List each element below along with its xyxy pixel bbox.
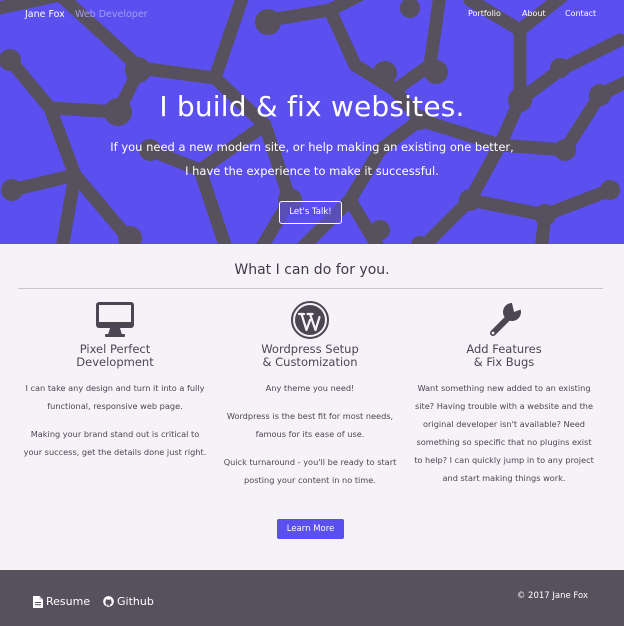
service-title-line-2: & Fix Bugs	[473, 355, 535, 369]
service-text-line: Want something new added to an existing	[417, 383, 591, 393]
github-icon	[103, 596, 114, 607]
top-navigation: Jane Fox Web Developer Portfolio About C…	[0, 0, 624, 30]
service-text-line: posting your content in no time.	[244, 475, 376, 485]
copyright-text: © 2017 Jane Fox	[516, 591, 588, 601]
service-text-line: site? Having trouble with a website and …	[414, 401, 594, 411]
nav-link-contact[interactable]: Contact	[565, 9, 596, 18]
brand-role: Web Developer	[75, 9, 148, 20]
github-label: Github	[117, 595, 154, 608]
service-text-line: Making your brand stand out is critical …	[30, 429, 200, 439]
service-title: Pixel Perfect Development	[20, 343, 210, 369]
service-title: Add Features & Fix Bugs	[409, 343, 599, 369]
desktop-icon	[96, 302, 134, 337]
hero-title: I build & fix websites.	[159, 90, 465, 123]
wordpress-icon	[291, 301, 329, 339]
service-text-line: famous for its ease of use.	[255, 429, 365, 439]
lets-talk-button[interactable]: Let's Talk!	[279, 201, 342, 224]
service-text-line: something so specific that no plugins ex…	[416, 437, 592, 447]
service-description: Want something new added to an existing …	[409, 379, 599, 487]
learn-more-button[interactable]: Learn More	[277, 519, 344, 539]
hero-subtitle-line-2: I have the experience to make it success…	[185, 164, 439, 178]
service-text-line: and start making things work.	[442, 473, 566, 483]
resume-label: Resume	[46, 595, 91, 608]
file-icon	[33, 595, 43, 608]
service-title-line-2: Development	[76, 355, 154, 369]
service-text-line: Quick turnaround - you'll be ready to st…	[223, 457, 397, 467]
service-text-line: Wordpress is the best fit for most needs…	[226, 411, 394, 421]
service-text-line: Any theme you need!	[265, 383, 355, 393]
resume-link[interactable]: Resume	[33, 595, 90, 608]
section-divider	[18, 288, 603, 289]
hero-subtitle-line-1: If you need a new modern site, or help m…	[110, 140, 514, 154]
footer: Resume Github © 2017 Jane Fox	[0, 570, 624, 626]
wrench-icon	[490, 303, 522, 336]
service-description: Making your brand stand out is critical …	[20, 425, 210, 461]
service-description: I can take any design and turn it into a…	[20, 379, 210, 415]
service-text-line: I can take any design and turn it into a…	[25, 383, 205, 393]
service-text-line: to help? I can quickly jump in to any pr…	[414, 455, 594, 465]
service-description: Quick turnaround - you'll be ready to st…	[215, 453, 405, 489]
brand-name[interactable]: Jane Fox	[25, 9, 65, 20]
nav-link-portfolio[interactable]: Portfolio	[468, 9, 501, 18]
github-link[interactable]: Github	[103, 595, 154, 608]
nav-link-about[interactable]: About	[522, 9, 546, 18]
service-description: Wordpress is the best fit for most needs…	[215, 407, 405, 443]
service-text-line: your success, get the details done just …	[23, 447, 207, 457]
hero-section: Jane Fox Web Developer Portfolio About C…	[0, 0, 624, 244]
service-description: Any theme you need!	[215, 379, 405, 397]
services-title: What I can do for you.	[234, 262, 390, 278]
service-text-line: original developer isn't available? Need	[423, 419, 585, 429]
service-title: Wordpress Setup & Customization	[215, 343, 405, 369]
service-text-line: functional, responsive web page.	[47, 401, 183, 411]
service-title-line-2: & Customization	[262, 355, 358, 369]
